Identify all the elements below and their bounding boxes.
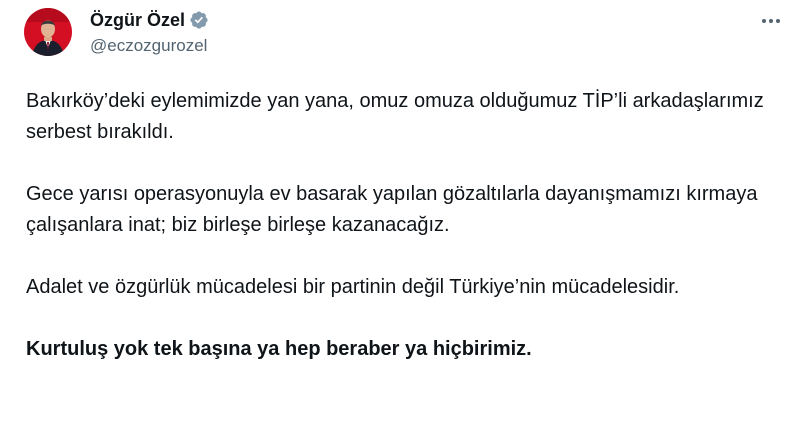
tweet-paragraph: Bakırköy’deki eylemimizde yan yana, omuz… [26,90,764,143]
tweet-paragraph-bold: Kurtuluş yok tek başına ya hep beraber y… [26,338,532,360]
tweet-paragraph: Gece yarısı operasyonuyla ev basarak yap… [26,183,758,236]
more-horizontal-icon[interactable] [757,10,785,32]
tweet: Özgür Özel @eczozgurozel Bakırköy’deki e… [0,0,807,421]
avatar-image [24,8,72,56]
tweet-paragraph: Adalet ve özgürlük mücadelesi bir partin… [26,276,680,298]
avatar[interactable] [24,8,72,56]
tweet-text: Bakırköy’deki eylemimizde yan yana, omuz… [26,86,786,365]
author-handle[interactable]: @eczozgurozel [90,35,207,57]
verified-badge-icon [189,10,209,30]
author-display-name[interactable]: Özgür Özel [90,9,185,31]
author-name-row: Özgür Özel [90,9,209,31]
